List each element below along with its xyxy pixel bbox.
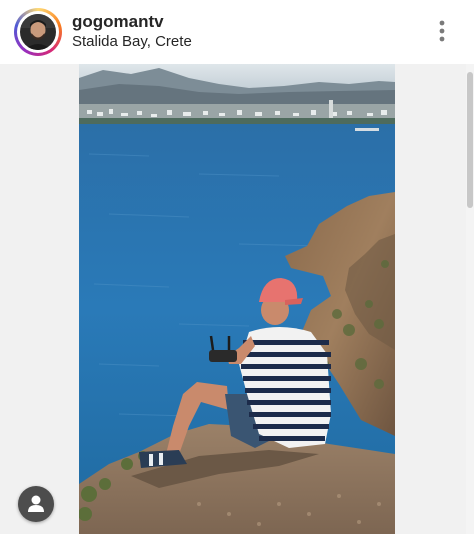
more-vertical-icon — [439, 20, 445, 42]
post-photo[interactable] — [79, 64, 395, 534]
avatar[interactable] — [20, 14, 56, 50]
avatar-frame — [17, 11, 59, 53]
more-options-button[interactable] — [430, 16, 454, 46]
location-label[interactable]: Stalida Bay, Crete — [72, 32, 192, 52]
username[interactable]: gogomantv — [72, 12, 164, 32]
person-icon — [28, 495, 44, 512]
coastal-scene-image — [79, 64, 395, 534]
story-ring[interactable] — [14, 8, 62, 56]
post-header: gogomantv Stalida Bay, Crete — [0, 0, 474, 64]
user-avatar-icon — [20, 14, 56, 50]
instagram-post-screen: gogomantv Stalida Bay, Crete — [0, 0, 474, 534]
scrollbar-thumb[interactable] — [467, 72, 473, 208]
post-media-area — [0, 64, 474, 534]
profile-button[interactable] — [18, 486, 54, 522]
